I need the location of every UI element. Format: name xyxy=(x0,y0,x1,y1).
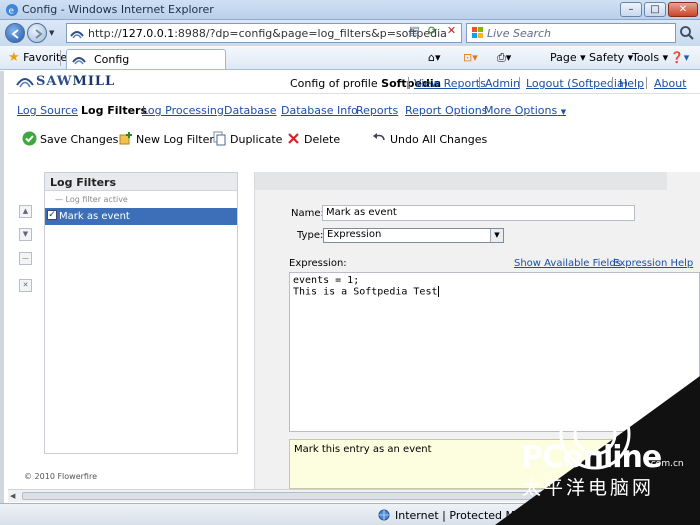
browser-navbar: ▼ http://127.0.0.1:8988/?dp=config&page=… xyxy=(0,20,700,46)
refresh-icon[interactable]: ⟳ xyxy=(425,23,440,38)
address-url: http://127.0.0.1:8988/?dp=config&page=lo… xyxy=(88,27,447,40)
nav-database[interactable]: Database xyxy=(224,104,277,117)
search-box[interactable]: Live Search xyxy=(466,23,676,43)
log-filters-panel: Log Filters — Log filter active ✓ Mark a… xyxy=(44,172,238,454)
type-select[interactable]: Expression ▼ xyxy=(323,228,504,243)
log-filter-active-header: — Log filter active xyxy=(55,195,128,204)
about-link[interactable]: About xyxy=(654,77,687,90)
browser-tab[interactable]: Config xyxy=(66,49,226,69)
log-filters-title: Log Filters xyxy=(45,173,237,191)
remove-button[interactable]: ✕ xyxy=(19,279,32,292)
ie-icon: e xyxy=(6,4,18,17)
sawmill-logo: SAWMILL xyxy=(36,74,116,89)
admin-link[interactable]: Admin xyxy=(485,77,520,90)
header-separator xyxy=(612,77,613,89)
name-input[interactable]: Mark as event xyxy=(322,205,635,221)
expression-label: Expression: xyxy=(289,258,347,269)
action-toolbar: Save Changes New Log Filter Duplicate De… xyxy=(8,128,700,150)
expression-help-link[interactable]: Expression Help xyxy=(613,258,693,269)
app-header: SAWMILL Config of profile Softpedia View… xyxy=(8,71,700,94)
compat-view-icon[interactable]: ▤ xyxy=(407,23,422,38)
page-menu[interactable]: Page ▾ xyxy=(550,51,586,64)
header-separator xyxy=(519,77,520,89)
editor-header-bar xyxy=(255,172,667,190)
tools-menu[interactable]: Tools ▾ xyxy=(632,51,668,64)
list-item[interactable]: ✓ Mark as event xyxy=(45,208,237,225)
tab-title: Config xyxy=(94,53,130,66)
favorites-button[interactable]: ★ Favorites xyxy=(8,50,73,65)
undo-all-changes-label: Undo All Changes xyxy=(390,133,488,146)
help-menu[interactable]: ❓▾ xyxy=(670,51,689,64)
nav-more-options[interactable]: More Options ▼ xyxy=(484,104,566,117)
nav-log-processing[interactable]: Log Processing xyxy=(142,104,224,117)
filter-item-label: Mark as event xyxy=(59,211,130,222)
main-nav: Log Source Log Filters Log Processing Da… xyxy=(8,101,700,119)
show-available-fields-link[interactable]: Show Available Fields xyxy=(514,258,621,269)
home-icon[interactable]: ⌂▾ xyxy=(428,51,441,64)
type-select-value: Expression xyxy=(327,229,382,240)
watermark-chinese: 太平洋电脑网 xyxy=(522,477,655,499)
header-separator xyxy=(408,77,409,89)
live-search-icon xyxy=(472,27,483,38)
watermark-brand: PConline xyxy=(521,440,662,475)
undo-icon xyxy=(373,133,385,141)
globe-icon xyxy=(378,509,390,521)
window-titlebar[interactable]: e Config - Windows Internet Explorer – □… xyxy=(0,0,700,20)
header-separator xyxy=(479,77,480,89)
name-label: Name: xyxy=(291,208,324,219)
forward-button[interactable] xyxy=(27,23,47,43)
watermark-domain: .com.cn xyxy=(648,459,684,469)
dropdown-arrow-icon[interactable]: ▼ xyxy=(490,229,503,242)
move-up-button[interactable]: ▲ xyxy=(19,205,32,218)
expression-line: events = 1; xyxy=(293,275,360,286)
star-icon: ★ xyxy=(8,50,20,65)
new-log-filter-label: New Log Filter xyxy=(136,133,214,146)
maximize-button[interactable]: □ xyxy=(644,2,666,17)
toolbar-separator xyxy=(60,50,61,66)
print-icon[interactable]: ⎙▾ xyxy=(497,51,511,65)
back-button[interactable] xyxy=(5,23,25,43)
search-placeholder: Live Search xyxy=(487,27,551,40)
favorites-bar: ★ Favorites Config ⌂▾ ⊡▾ ⎙▾ Page ▾ Safet… xyxy=(0,46,700,70)
magnifier-icon[interactable] xyxy=(679,25,695,41)
type-label: Type: xyxy=(297,230,324,241)
separator-button[interactable]: — xyxy=(19,252,32,265)
delete-label: Delete xyxy=(304,133,341,146)
minimize-button[interactable]: – xyxy=(620,2,642,17)
help-link[interactable]: Help xyxy=(619,77,644,90)
history-dropdown-icon[interactable]: ▼ xyxy=(49,29,54,37)
close-window-button[interactable]: ✕ xyxy=(668,2,698,17)
arrow-right-icon xyxy=(35,29,43,39)
svg-text:e: e xyxy=(9,7,15,17)
expression-line: This is a Softpedia Test xyxy=(293,286,439,298)
stop-icon[interactable]: ✕ xyxy=(444,23,459,38)
nav-log-filters[interactable]: Log Filters xyxy=(81,104,147,117)
feeds-icon[interactable]: ⊡▾ xyxy=(463,51,478,64)
duplicate-icon xyxy=(213,131,226,146)
check-circle-icon xyxy=(22,131,37,146)
view-reports-link[interactable]: View Reports xyxy=(414,77,486,90)
chevron-down-icon: ▼ xyxy=(560,108,567,116)
move-down-button[interactable]: ▼ xyxy=(19,228,32,241)
nav-report-options[interactable]: Report Options xyxy=(405,104,487,117)
filter-active-checkbox[interactable]: ✓ xyxy=(47,210,57,220)
scroll-left-icon[interactable]: ◀ xyxy=(10,492,15,500)
nav-reports[interactable]: Reports xyxy=(356,104,398,117)
nav-log-source[interactable]: Log Source xyxy=(17,104,78,117)
address-bar[interactable]: http://127.0.0.1:8988/?dp=config&page=lo… xyxy=(66,23,462,43)
nav-database-info[interactable]: Database Info xyxy=(281,104,358,117)
arrow-left-icon xyxy=(11,29,19,39)
sawmill-logo-icon xyxy=(16,78,34,88)
new-filter-icon xyxy=(119,132,132,145)
duplicate-label: Duplicate xyxy=(230,133,283,146)
safety-menu[interactable]: Safety ▾ xyxy=(589,51,633,64)
window-title: Config - Windows Internet Explorer xyxy=(22,3,214,16)
copyright-text: © 2010 Flowerfire xyxy=(24,472,97,481)
sawmill-favicon-icon xyxy=(72,57,86,65)
save-changes-label: Save Changes xyxy=(40,133,119,146)
text-cursor xyxy=(437,286,439,297)
delete-x-icon xyxy=(288,133,299,144)
header-separator xyxy=(646,77,647,89)
sawmill-favicon-icon xyxy=(70,31,84,39)
